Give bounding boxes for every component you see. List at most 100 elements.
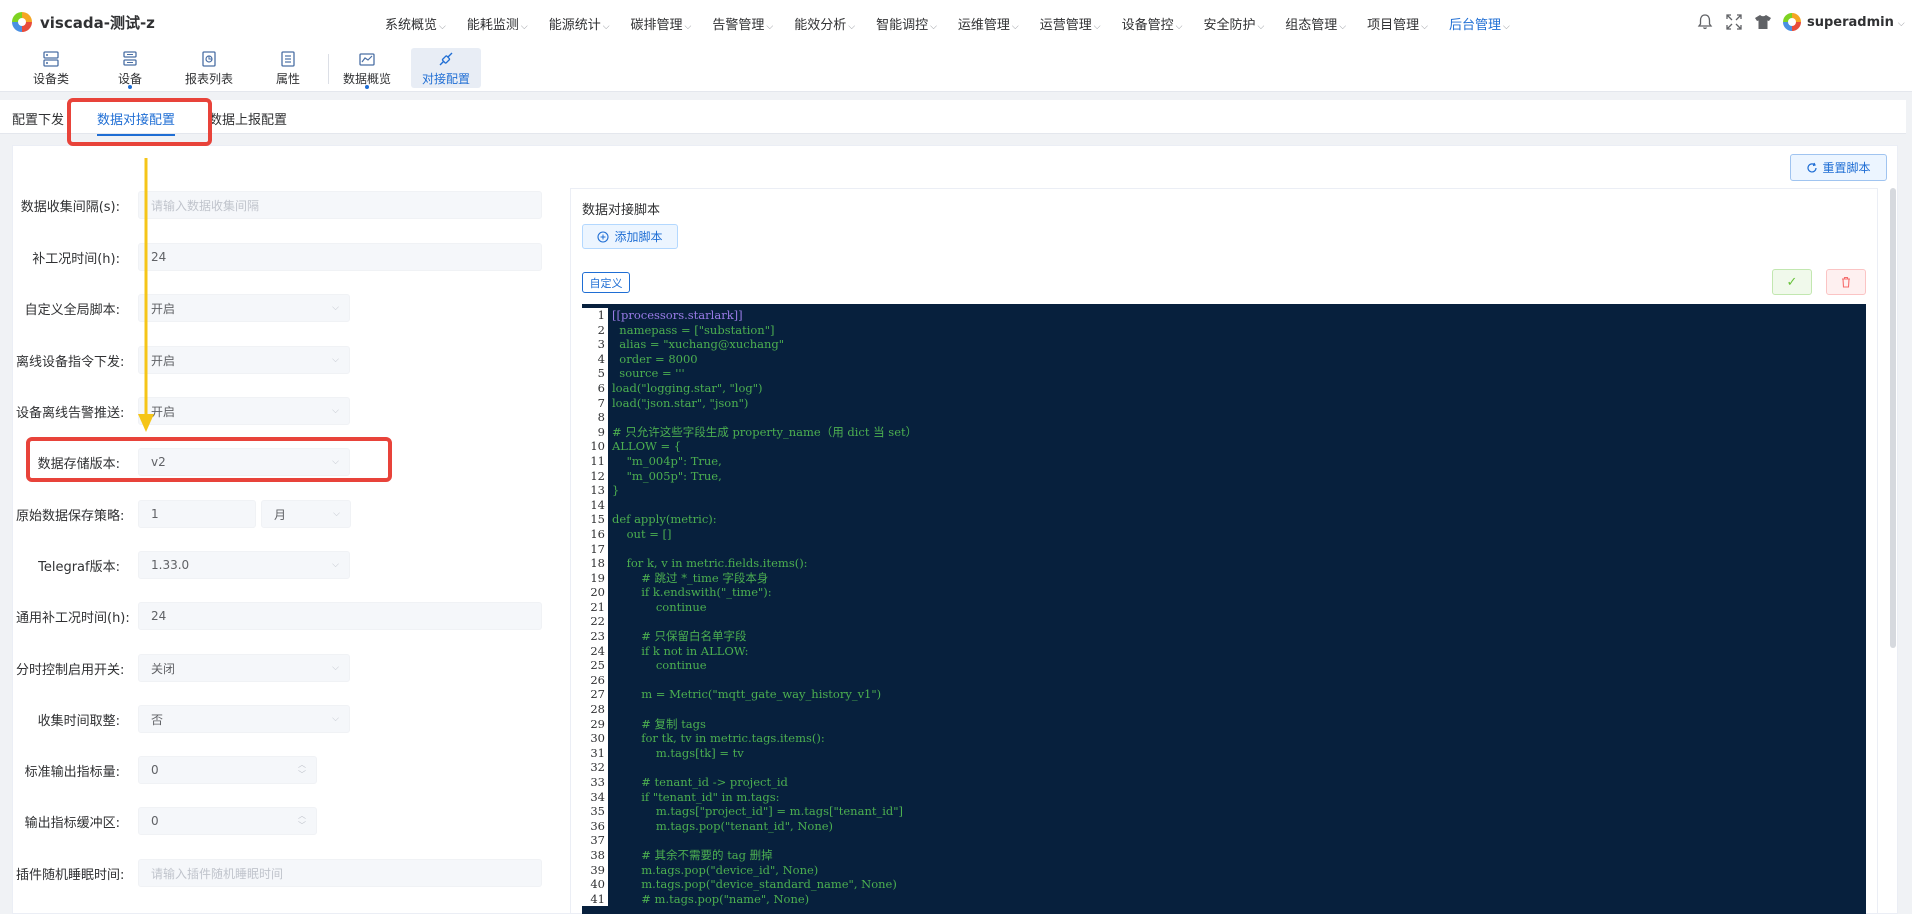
tool-data-overview[interactable]: 数据概览	[332, 48, 402, 89]
user-menu[interactable]: superadmin ⌵	[1807, 15, 1905, 30]
nav-item-carbon[interactable]: 碳排管理 ⌵	[631, 14, 692, 34]
label-collect-rounding: 收集时间取整:	[37, 713, 120, 729]
offline-cmd-select[interactable]: 开启 ⌵	[138, 346, 350, 374]
code-line: # tenant_id -> project_id	[612, 775, 788, 789]
bell-icon[interactable]	[1696, 13, 1714, 31]
tab-config-dispatch[interactable]: 配置下发	[12, 109, 64, 128]
stepper-arrows-icon[interactable]: ︿ ﹀	[298, 760, 306, 780]
custom-tag[interactable]: 自定义	[582, 272, 630, 293]
reset-script-button[interactable]: 重置脚本	[1790, 154, 1887, 181]
nav-item-energy-stats[interactable]: 能源统计 ⌵	[549, 14, 610, 34]
code-line: m.tags.pop("device_standard_name", None)	[612, 877, 897, 892]
tab-data-report[interactable]: 数据上报配置	[209, 109, 287, 128]
highlight-box-storage-version	[26, 437, 392, 482]
nav-item-smart-control[interactable]: 智能调控 ⌵	[876, 14, 937, 34]
line-number: 14	[590, 497, 605, 512]
code-editor[interactable]: 1 2 3 4 5 6 7 8 9 10 11 12 13 14 15 16 17 18 19 20 21 22 23 24 2…	[582, 304, 1866, 914]
line-number: 24	[590, 643, 605, 658]
code-line: # 复制 tags	[612, 716, 706, 731]
nav-item-device-control[interactable]: 设备管控 ⌵	[1122, 14, 1183, 34]
line-number: 25	[590, 658, 605, 673]
label-offline-cmd: 离线设备指令下发:	[16, 354, 125, 370]
tool-integration-config[interactable]: 对接配置	[411, 48, 481, 88]
app-title: viscada-测试-z	[40, 14, 155, 32]
form-row-telegraf-version: Telegraf版本: 1.33.0 ⌵	[16, 551, 350, 579]
backfill-time-input[interactable]: 24	[138, 243, 542, 271]
line-number: 35	[590, 804, 605, 819]
line-number: 36	[590, 818, 605, 833]
code-line: for k, v in metric.fields.items():	[612, 556, 808, 571]
check-icon: ✓	[1786, 274, 1798, 290]
nav-item-operations[interactable]: 运营管理 ⌵	[1040, 14, 1101, 34]
line-number: 31	[590, 745, 605, 760]
plugin-sleep-input[interactable]: 请输入插件随机睡眠时间	[138, 859, 542, 887]
telegraf-version-select[interactable]: 1.33.0 ⌵	[138, 551, 350, 579]
tool-device[interactable]: 设备	[95, 48, 165, 89]
tool-report-list[interactable]: 报表列表	[174, 48, 244, 88]
nav-item-energy-monitor[interactable]: 能耗监测 ⌵	[467, 14, 528, 34]
chevron-down-icon: ⌵	[332, 663, 339, 673]
main-nav: 系统概览 ⌵ 能耗监测 ⌵ 能源统计 ⌵ 碳排管理 ⌵ 告警管理 ⌵ 能效分析 ⌵ 智能调控…	[385, 14, 1531, 34]
nav-item-config[interactable]: 组态管理 ⌵	[1285, 14, 1346, 34]
collect-rounding-select[interactable]: 否 ⌵	[138, 705, 350, 733]
nav-item-system-overview[interactable]: 系统概览 ⌵	[385, 14, 446, 34]
highlight-box-tab	[67, 98, 212, 146]
offline-alarm-select[interactable]: 开启 ⌵	[138, 397, 350, 425]
timeshare-switch-select[interactable]: 关闭 ⌵	[138, 654, 350, 682]
delete-button[interactable]	[1826, 269, 1866, 295]
add-script-button[interactable]: 添加脚本	[582, 224, 678, 249]
form-row-offline-alarm: 设备离线告警推送: 开启 ⌵	[16, 397, 350, 425]
form-row-backfill-time: 补工况时间(h): 24	[16, 243, 542, 271]
label-plugin-sleep: 插件随机睡眠时间:	[16, 867, 125, 883]
code-line: load("logging.star", "log")	[612, 380, 763, 395]
collect-interval-input[interactable]: 请输入数据收集间隔	[138, 191, 542, 219]
line-number: 8	[597, 410, 605, 425]
code-line: m.tags.pop("device_id", None)	[612, 862, 819, 877]
line-number: 33	[590, 775, 605, 789]
line-number: 28	[590, 702, 605, 717]
nav-item-ops-maint[interactable]: 运维管理 ⌵	[958, 14, 1019, 34]
output-buffer-stepper[interactable]: 0 ︿ ﹀	[138, 807, 317, 835]
line-number: 30	[590, 731, 605, 746]
fullscreen-icon[interactable]	[1725, 13, 1743, 31]
form-row-output-buffer: 输出指标缓冲区: 0 ︿ ﹀	[16, 807, 317, 835]
nav-item-project[interactable]: 项目管理 ⌵	[1367, 14, 1428, 34]
retention-unit-select[interactable]: 月 ⌵	[261, 500, 351, 528]
script-title: 数据对接脚本	[582, 203, 661, 218]
theme-shirt-icon[interactable]	[1754, 13, 1772, 31]
nav-item-admin[interactable]: 后台管理 ⌵	[1449, 14, 1510, 34]
code-line: continue	[612, 599, 707, 614]
confirm-button[interactable]: ✓	[1772, 269, 1812, 295]
code-line: # 只保留白名单字段	[612, 629, 747, 644]
nav-item-efficiency[interactable]: 能效分析 ⌵	[794, 14, 855, 34]
stepper-arrows-icon[interactable]: ︿ ﹀	[298, 811, 306, 831]
form-row-std-output-metrics: 标准输出指标量: 0 ︿ ﹀	[16, 756, 317, 784]
plus-circle-icon	[597, 230, 610, 243]
label-timeshare-switch: 分时控制启用开关:	[16, 662, 125, 678]
form-row-retention: 原始数据保存策略: 1 月 ⌵	[16, 500, 351, 528]
form-row-offline-cmd: 离线设备指令下发: 开启 ⌵	[16, 346, 350, 374]
nav-item-security[interactable]: 安全防护 ⌵	[1203, 14, 1264, 34]
line-number: 15	[590, 512, 605, 527]
custom-global-script-select[interactable]: 开启 ⌵	[138, 294, 350, 322]
tool-device-class[interactable]: 设备类	[16, 48, 86, 88]
line-number: 29	[590, 716, 605, 731]
avatar[interactable]	[1783, 13, 1801, 31]
code-line: if k not in ALLOW:	[612, 643, 749, 658]
tool-property[interactable]: 属性	[253, 48, 323, 88]
retention-value-input[interactable]: 1	[138, 500, 256, 528]
nav-item-alarm[interactable]: 告警管理 ⌵	[712, 14, 773, 34]
line-number: 3	[597, 337, 605, 352]
std-output-metrics-stepper[interactable]: 0 ︿ ﹀	[138, 756, 317, 784]
line-number: 23	[590, 629, 605, 644]
code-line: order = 8000	[612, 351, 698, 366]
top-icons: superadmin ⌵	[1696, 13, 1905, 31]
code-line: for tk, tv in metric.tags.items():	[612, 731, 825, 746]
line-number: 19	[590, 570, 605, 585]
code-line: source = '''	[612, 366, 685, 381]
scrollbar[interactable]	[1890, 188, 1896, 648]
general-backfill-input[interactable]: 24	[138, 602, 542, 630]
line-number: 38	[590, 847, 605, 862]
